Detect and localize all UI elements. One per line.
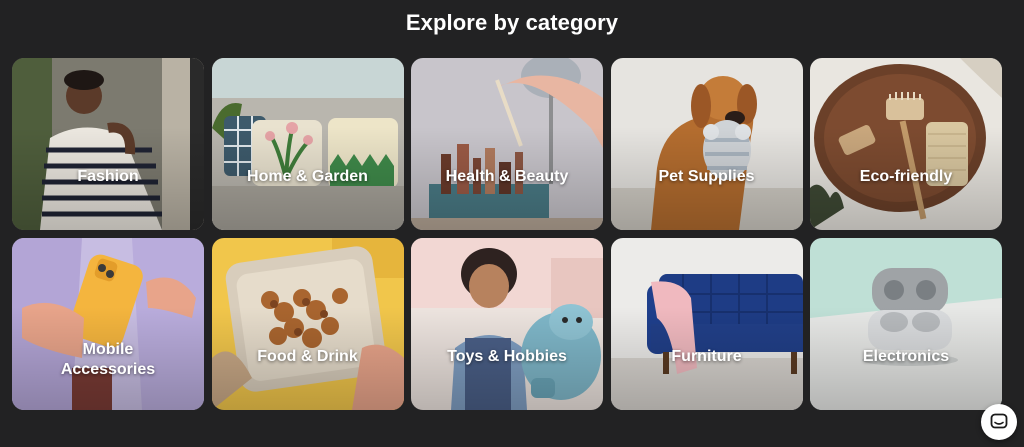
category-label: Mobile Accessories [60, 341, 156, 378]
category-card-toys-hobbies[interactable]: Toys & Hobbies [411, 238, 603, 410]
category-card-mobile-accessories[interactable]: Mobile Accessories [12, 238, 204, 410]
chat-button[interactable] [981, 404, 1017, 440]
category-label: Health & Beauty [445, 168, 569, 185]
category-card-food-drink[interactable]: Food & Drink [211, 238, 404, 410]
category-card-pet-supplies[interactable]: Pet Supplies [610, 58, 803, 230]
category-card-home-garden[interactable]: Home & Garden [211, 58, 404, 230]
category-label: Furniture [671, 348, 742, 365]
category-card-electronics[interactable]: Electronics [810, 238, 1002, 410]
category-card-eco-friendly[interactable]: Eco-friendly [810, 58, 1002, 230]
category-label: Food & Drink [257, 348, 358, 365]
category-label: Pet Supplies [658, 168, 755, 185]
category-label: Fashion [77, 168, 139, 185]
category-card-health-beauty[interactable]: Health & Beauty [411, 58, 603, 230]
category-grid: Fashion Home & Garden Health & Beauty Pe… [12, 58, 1002, 410]
category-label: Eco-friendly [859, 168, 953, 185]
category-card-furniture[interactable]: Furniture [610, 238, 803, 410]
category-label: Toys & Hobbies [447, 348, 567, 365]
chat-bubble-icon [990, 413, 1008, 429]
section-title: Explore by category [405, 10, 619, 35]
category-label: Home & Garden [247, 168, 368, 185]
category-card-fashion[interactable]: Fashion [12, 58, 204, 230]
category-label: Electronics [862, 348, 950, 365]
